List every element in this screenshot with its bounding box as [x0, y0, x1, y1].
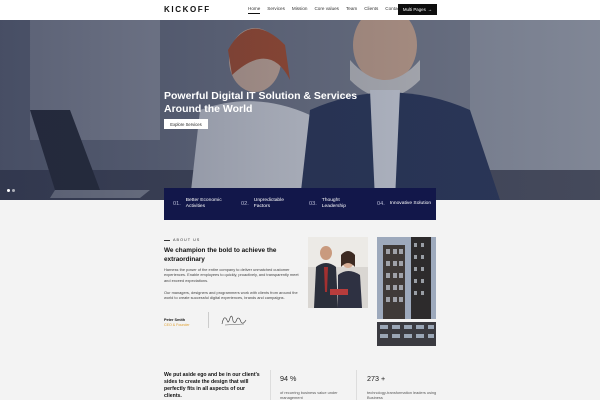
multi-pages-label: Multi Pages	[402, 7, 426, 12]
label-dash	[164, 239, 170, 241]
about-paragraph: Our managers, designers and programmers …	[164, 290, 298, 301]
feature-bar: 01. Better Economic Activities 02. Unpre…	[164, 188, 436, 220]
feature-item: 01. Better Economic Activities	[164, 188, 232, 220]
building-detail-photo	[377, 322, 436, 346]
arrow-right-icon: →	[427, 7, 433, 12]
feature-number: 03.	[309, 201, 317, 207]
nav-team[interactable]: Team	[346, 6, 357, 11]
feature-number: 01.	[173, 201, 181, 207]
office-building-photo	[377, 237, 436, 319]
signature-image	[221, 315, 247, 326]
nav-clients[interactable]: Clients	[364, 6, 378, 11]
stat-label: technology-transformation leaders using …	[367, 390, 437, 400]
divider	[208, 312, 209, 328]
nav-home[interactable]: Home	[248, 6, 261, 14]
site-header: KICKOFF Home Services Mission Core value…	[0, 0, 600, 20]
feature-text: Thought Leadership	[321, 198, 346, 209]
signature-name: Peter Smith	[164, 318, 186, 322]
hero-banner: Powerful Digital IT Solution & Services …	[0, 20, 600, 200]
divider	[270, 370, 271, 400]
divider	[356, 370, 357, 400]
feature-text: Innovative Solution	[389, 201, 432, 206]
values-statement: We put aside ego and be in our client’s …	[164, 372, 260, 399]
feature-text: Unpredictable Factors	[253, 198, 284, 209]
about-label: ABOUT US	[164, 238, 200, 242]
feature-number: 04.	[377, 201, 385, 207]
nav-mission[interactable]: Mission	[292, 6, 308, 11]
stat-item: 273 + technology-transformation leaders …	[367, 374, 447, 400]
about-label-text: ABOUT US	[173, 238, 201, 242]
feature-item: 02. Unpredictable Factors	[232, 188, 300, 220]
feature-item: 04. Innovative Solution	[368, 188, 436, 220]
nav-core-values[interactable]: Core values	[314, 6, 339, 11]
slider-dot[interactable]	[7, 189, 10, 192]
signature-role: CEO & Founder	[164, 323, 190, 327]
stat-value: 273 +	[367, 374, 386, 383]
hero-title: Powerful Digital IT Solution & Services …	[164, 90, 358, 115]
slider-dots[interactable]	[7, 189, 15, 192]
about-title: We champion the bold to achieve the extr…	[164, 247, 277, 263]
slider-dot[interactable]	[12, 189, 15, 192]
stat-value: 94 %	[280, 374, 297, 383]
explore-services-button[interactable]: Explore Services	[164, 119, 208, 129]
multi-pages-button[interactable]: Multi Pages →	[398, 4, 437, 15]
logo[interactable]: KICKOFF	[164, 5, 211, 14]
feature-number: 02.	[241, 201, 249, 207]
nav-services[interactable]: Services	[267, 6, 285, 11]
team-meeting-photo	[308, 237, 368, 308]
stat-label: of recurring business value under manage…	[280, 390, 338, 400]
stat-item: 94 % of recurring business value under m…	[280, 374, 360, 400]
feature-item: 03. Thought Leadership	[300, 188, 368, 220]
about-paragraph: Harness the power of the entire company …	[164, 267, 299, 283]
main-nav: Home Services Mission Core values Team C…	[248, 6, 401, 14]
feature-text: Better Economic Activities	[185, 198, 222, 209]
